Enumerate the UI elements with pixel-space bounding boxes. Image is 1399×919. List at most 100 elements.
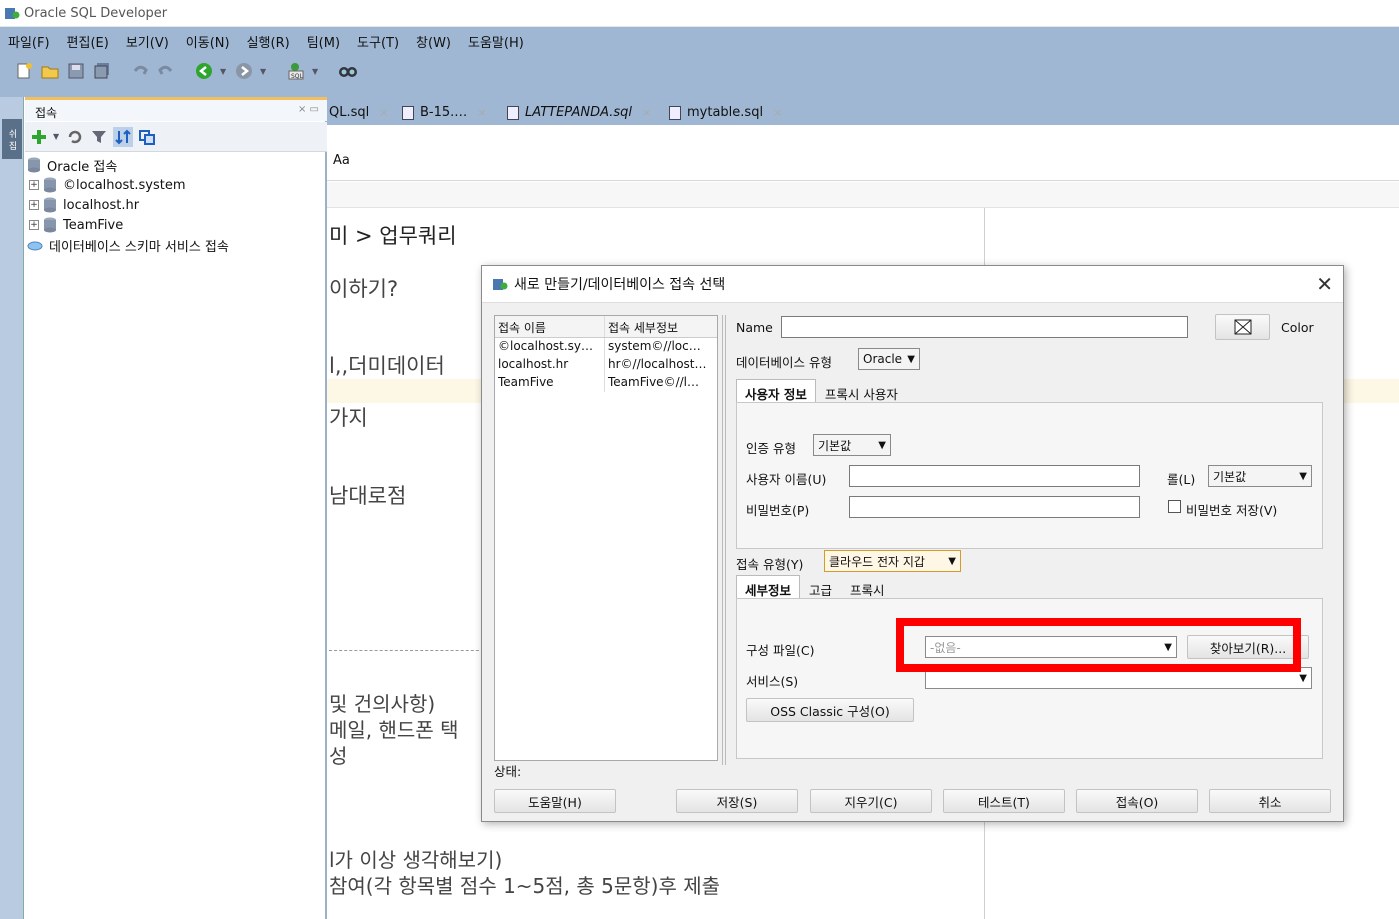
db-type-label: 데이터베이스 유형 xyxy=(736,355,832,370)
color-label: Color xyxy=(1281,320,1314,335)
save-password-checkbox[interactable] xyxy=(1168,500,1181,513)
find-icon[interactable] xyxy=(338,61,358,81)
font-size-icon[interactable]: Aa xyxy=(333,153,350,168)
detail-tabs: 세부정보 고급 프록시 xyxy=(736,575,894,599)
menu-team[interactable]: 팀(M) xyxy=(307,32,349,51)
menu-file[interactable]: 파일(F) xyxy=(8,32,59,51)
sync-icon[interactable] xyxy=(137,127,157,147)
conn-type-value: 클라우드 전자 지갑 xyxy=(829,554,925,569)
connection-row[interactable]: localhost.hr hr©//localhost… xyxy=(495,356,717,374)
connections-panel-tab[interactable]: 접속 × ▭ xyxy=(25,97,327,121)
tab-label: LATTEPANDA.sql xyxy=(525,105,633,120)
left-side-tab[interactable]: 쉬 집 xyxy=(2,119,22,159)
schema-browser-icon[interactable] xyxy=(113,126,133,147)
editor-tab-mytable[interactable]: mytable.sql × xyxy=(669,100,782,125)
name-label: Name xyxy=(736,320,773,335)
expand-icon[interactable]: + xyxy=(29,180,39,190)
tab-proxy-user[interactable]: 프록시 사용자 xyxy=(816,379,907,403)
connection-name-cell: TeamFive xyxy=(495,374,605,392)
tree-item-localhost-system[interactable]: + ©localhost.system xyxy=(25,175,327,195)
menu-window[interactable]: 창(W) xyxy=(416,32,460,51)
tree-item-schema-service[interactable]: 데이터베이스 스키마 서비스 접속 xyxy=(25,235,327,255)
back-dropdown-icon[interactable]: ▼ xyxy=(220,67,228,76)
chevron-down-icon: ▼ xyxy=(948,555,956,567)
role-value: 기본값 xyxy=(1213,469,1247,484)
menu-edit[interactable]: 편집(E) xyxy=(67,32,118,51)
connection-row[interactable]: ©localhost.sy… system©//loc… xyxy=(495,338,717,356)
window-title: Oracle SQL Developer xyxy=(24,5,168,21)
forward-dropdown-icon[interactable]: ▼ xyxy=(260,67,268,76)
refresh-icon[interactable] xyxy=(65,127,85,147)
connection-details-cell: TeamFive©//l… xyxy=(608,375,699,389)
tree-item-localhost-hr[interactable]: + localhost.hr xyxy=(25,195,327,215)
document-icon xyxy=(402,105,414,120)
add-connection-icon[interactable] xyxy=(29,127,49,147)
oss-classic-config-button[interactable]: OSS Classic 구성(O) xyxy=(746,698,914,722)
expand-icon[interactable]: + xyxy=(29,220,39,230)
sql-dropdown-icon[interactable]: ▼ xyxy=(312,67,320,76)
tab-proxy[interactable]: 프록시 xyxy=(841,575,894,599)
role-select[interactable]: 기본값 ▼ xyxy=(1208,465,1312,487)
test-button[interactable]: 테스트(T) xyxy=(943,789,1065,813)
auth-type-value: 기본값 xyxy=(818,438,852,453)
connect-button[interactable]: 접속(O) xyxy=(1076,789,1198,813)
password-field[interactable] xyxy=(849,496,1140,518)
add-connection-dropdown-icon[interactable]: ▼ xyxy=(53,132,61,141)
connections-panel-title: 접속 xyxy=(35,106,58,120)
open-icon[interactable] xyxy=(40,61,60,81)
chevron-down-icon: ▼ xyxy=(907,353,915,365)
connection-row[interactable]: TeamFive TeamFive©//l… xyxy=(495,374,717,392)
tab-label: QL.sql xyxy=(329,105,370,120)
tab-close-icon[interactable]: × xyxy=(642,106,651,119)
username-field[interactable] xyxy=(849,465,1140,487)
menu-help[interactable]: 도움말(H) xyxy=(468,32,533,51)
tree-item-oracle-connections[interactable]: Oracle 접속 xyxy=(25,155,327,175)
database-icon xyxy=(44,217,56,233)
menu-navigate[interactable]: 이동(N) xyxy=(186,32,239,51)
auth-type-select[interactable]: 기본값 ▼ xyxy=(813,434,891,456)
dialog-titlebar[interactable]: 새로 만들기/데이터베이스 접속 선택 ✕ xyxy=(482,266,1343,302)
menu-view[interactable]: 보기(V) xyxy=(126,32,178,51)
menu-run[interactable]: 실행(R) xyxy=(247,32,299,51)
tab-user-info[interactable]: 사용자 정보 xyxy=(736,379,816,403)
panel-controls-icon[interactable]: × ▭ xyxy=(298,104,319,115)
tab-close-icon[interactable]: × xyxy=(379,106,388,119)
db-type-select[interactable]: Oracle ▼ xyxy=(858,348,920,370)
column-header-details[interactable]: 접속 세부정보 xyxy=(605,316,717,337)
help-button[interactable]: 도움말(H) xyxy=(494,789,616,813)
tab-advanced[interactable]: 고급 xyxy=(800,575,841,599)
cancel-button[interactable]: 취소 xyxy=(1209,789,1331,813)
editor-heading: 미 > 업무쿼리 xyxy=(329,224,457,248)
sql-developer-icon xyxy=(493,279,508,290)
editor-tab-b15[interactable]: B-15.… × xyxy=(402,100,487,125)
redo-icon[interactable] xyxy=(156,61,176,81)
save-all-icon[interactable] xyxy=(92,61,112,81)
menu-tools[interactable]: 도구(T) xyxy=(357,32,408,51)
panel-splitter[interactable] xyxy=(722,315,726,765)
save-icon[interactable] xyxy=(66,61,86,81)
undo-icon[interactable] xyxy=(130,61,150,81)
expand-icon[interactable]: + xyxy=(29,200,39,210)
clear-button[interactable]: 지우기(C) xyxy=(810,789,932,813)
column-header-name[interactable]: 접속 이름 xyxy=(495,316,605,337)
tree-item-label: TeamFive xyxy=(63,217,124,233)
forward-icon[interactable] xyxy=(234,61,254,81)
editor-tab-lattepanda[interactable]: LATTEPANDA.sql × xyxy=(507,100,651,125)
user-tabs: 사용자 정보 프록시 사용자 xyxy=(736,379,907,403)
tab-close-icon[interactable]: × xyxy=(773,106,782,119)
filter-icon[interactable] xyxy=(89,127,109,147)
name-field[interactable] xyxy=(781,316,1188,338)
tab-details[interactable]: 세부정보 xyxy=(736,575,801,599)
color-picker-button[interactable] xyxy=(1215,314,1270,340)
new-icon[interactable] xyxy=(14,61,34,81)
editor-line: 참여(각 항목별 점수 1~5점, 총 5문항)후 제출 xyxy=(329,874,721,898)
tree-item-teamfive[interactable]: + TeamFive xyxy=(25,215,327,235)
close-icon[interactable]: ✕ xyxy=(1316,272,1333,296)
editor-tab-ql-sql[interactable]: QL.sql × xyxy=(329,100,388,125)
tab-close-icon[interactable]: × xyxy=(477,106,486,119)
tree-item-label: Oracle 접속 xyxy=(47,159,118,175)
save-button[interactable]: 저장(S) xyxy=(676,789,798,813)
sql-icon[interactable]: SQL xyxy=(286,61,306,81)
back-icon[interactable] xyxy=(194,61,214,81)
conn-type-select[interactable]: 클라우드 전자 지갑 ▼ xyxy=(824,550,961,572)
